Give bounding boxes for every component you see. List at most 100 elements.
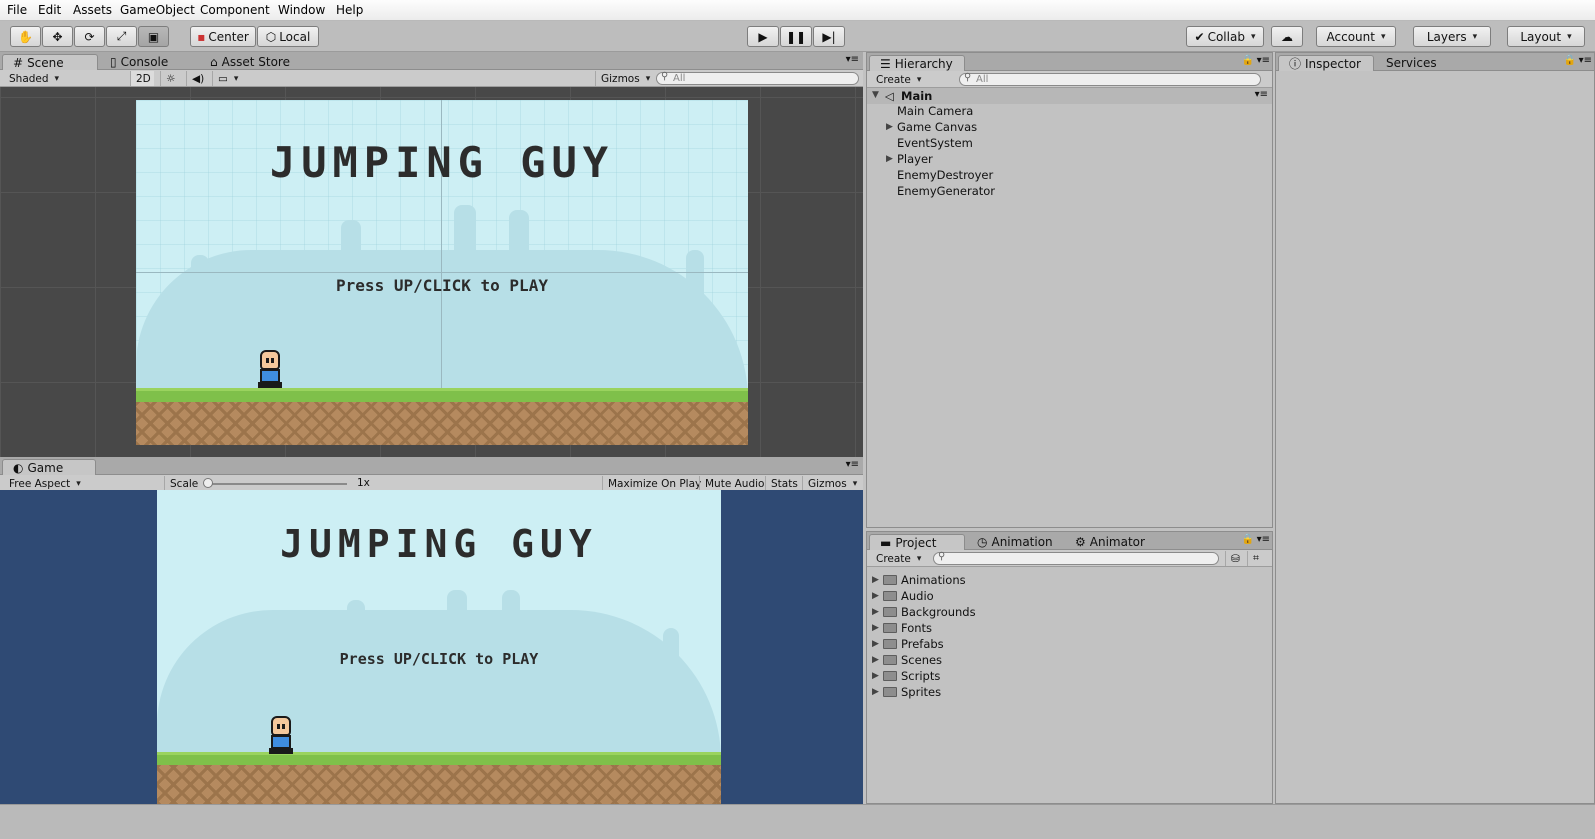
audio-toggle[interactable]: ◀) [186,71,210,86]
lock-icon[interactable]: 🔒 [1564,55,1576,66]
scene-menu-icon[interactable]: ▾≡ [1255,89,1268,100]
aspect-dropdown[interactable]: Free Aspect [4,476,162,491]
scene-name: Main [901,89,933,103]
layers-dropdown[interactable]: Layers [1413,26,1491,47]
play-button[interactable]: ▶ [747,26,779,47]
hierarchy-item[interactable]: Player [897,152,933,166]
expand-arrow-icon[interactable]: ▶ [872,671,879,681]
rect-tool-button[interactable]: ▣ [138,26,169,47]
scene-search-input[interactable]: All [656,71,859,85]
tab-project[interactable]: ▬ Project [869,534,965,550]
2d-toggle[interactable]: 2D [130,71,154,86]
folder-item[interactable]: Backgrounds [883,605,976,619]
expand-arrow-icon[interactable]: ▶ [886,154,893,164]
hierarchy-item[interactable]: EventSystem [897,136,973,150]
tab-services[interactable]: Services [1376,55,1447,71]
scene-toolbar: Shaded 2D ☼ ◀) ▭ Gizmos All [0,70,863,87]
folder-item[interactable]: Animations [883,573,966,587]
expand-arrow-icon[interactable]: ▶ [872,575,879,585]
panel-menu-icon[interactable]: ▾≡ [1257,55,1270,66]
game-view[interactable]: JUMPING GUY Press UP/CLICK to PLAY [0,490,863,804]
layout-dropdown[interactable]: Layout [1507,26,1585,47]
hierarchy-search-input[interactable]: All [959,72,1261,86]
hierarchy-panel: ☰Hierarchy 🔒 ▾≡ Create All ▼ ◁ Main ▾≡ M… [866,52,1273,528]
expand-arrow-icon[interactable]: ▶ [872,607,879,617]
expand-arrow-icon[interactable]: ▶ [872,623,879,633]
menu-assets[interactable]: Assets [73,3,112,17]
shading-mode-dropdown[interactable]: Shaded [4,71,124,86]
panel-menu-icon[interactable]: ▾≡ [1257,534,1270,545]
hierarchy-item[interactable]: Game Canvas [897,120,977,134]
menu-edit[interactable]: Edit [38,3,61,17]
menu-gameobject[interactable]: GameObject [120,3,195,17]
scale-thumb[interactable] [203,478,213,488]
collab-dropdown[interactable]: ✔ Collab [1186,26,1264,47]
2d-label: 2D [136,72,151,85]
folder-item[interactable]: Prefabs [883,637,944,651]
step-button[interactable]: ▶| [813,26,845,47]
panel-menu-icon[interactable]: ▾≡ [1579,55,1592,66]
scene-tabbar: # Scene ▯ Console ⌂ Asset Store ▾≡ [0,52,863,70]
collapse-arrow-icon[interactable]: ▼ [872,90,879,100]
speaker-icon: ◀) [192,72,205,85]
stats-toggle[interactable]: Stats [765,476,803,491]
maximize-on-play-toggle[interactable]: Maximize On Play [602,476,706,491]
scene-gizmos-dropdown[interactable]: Gizmos [595,71,651,86]
folder-icon [883,575,897,585]
project-search-input[interactable] [933,551,1219,565]
player-sprite[interactable] [256,350,284,390]
filter-by-label-button[interactable]: ⌗ [1247,551,1264,566]
mute-audio-toggle[interactable]: Mute Audio [699,476,769,491]
hierarchy-item[interactable]: Main Camera [897,104,973,118]
tab-scene[interactable]: # Scene [2,54,98,70]
menu-component[interactable]: Component [200,3,270,17]
filter-by-type-button[interactable]: ⛁ [1225,551,1245,566]
menu-file[interactable]: File [7,3,27,17]
tab-console[interactable]: ▯ Console [100,54,178,70]
pivot-local-button[interactable]: ⬡ Local [257,26,319,47]
folder-item[interactable]: Scenes [883,653,942,667]
account-dropdown[interactable]: Account [1316,26,1396,47]
tab-inspector[interactable]: ⓘ Inspector [1278,55,1374,71]
folder-item[interactable]: Scripts [883,669,940,683]
rotate-tool-button[interactable]: ⟳ [74,26,105,47]
folder-item[interactable]: Fonts [883,621,932,635]
panel-menu-icon[interactable]: ▾≡ [846,459,859,470]
expand-arrow-icon[interactable]: ▶ [872,591,879,601]
expand-arrow-icon[interactable]: ▶ [872,639,879,649]
pause-button[interactable]: ❚❚ [780,26,812,47]
hierarchy-search-placeholder: All [976,74,989,85]
hand-tool-button[interactable]: ✋ [10,26,41,47]
hierarchy-item[interactable]: EnemyGenerator [897,184,995,198]
effects-dropdown[interactable]: ▭ [212,71,246,86]
scale-tool-button[interactable]: ⤢ [106,26,137,47]
project-create-dropdown[interactable]: Create [871,551,926,566]
scene-view[interactable]: JUMPING GUY Press UP/CLICK to PLAY [0,87,863,457]
hierarchy-item[interactable]: EnemyDestroyer [897,168,993,182]
status-bar [0,804,1595,839]
pivot-center-button[interactable]: ▪ Center [190,26,256,47]
hierarchy-create-dropdown[interactable]: Create [871,72,926,87]
cloud-button[interactable]: ☁ [1271,26,1303,47]
scene-header-row[interactable]: ▼ ◁ Main ▾≡ [867,88,1272,104]
lock-icon[interactable]: 🔒 [1242,55,1254,66]
lighting-toggle[interactable]: ☼ [160,71,184,86]
tab-game[interactable]: ◐ Game [2,459,96,475]
scale-slider[interactable]: Scale 1x [164,476,384,491]
expand-arrow-icon[interactable]: ▶ [886,122,893,132]
tab-animator[interactable]: ⚙ Animator [1065,534,1155,550]
move-tool-button[interactable]: ✥ [42,26,73,47]
expand-arrow-icon[interactable]: ▶ [872,687,879,697]
stats-label: Stats [771,477,798,490]
tab-asset-store[interactable]: ⌂ Asset Store [200,54,300,70]
menu-window[interactable]: Window [278,3,325,17]
tab-hierarchy[interactable]: ☰ Hierarchy [869,55,965,71]
tab-animation[interactable]: ◷ Animation [967,534,1063,550]
folder-item[interactable]: Sprites [883,685,941,699]
folder-item[interactable]: Audio [883,589,934,603]
expand-arrow-icon[interactable]: ▶ [872,655,879,665]
game-gizmos-dropdown[interactable]: Gizmos [802,476,862,491]
panel-menu-icon[interactable]: ▾≡ [846,54,859,65]
lock-icon[interactable]: 🔒 [1242,534,1254,545]
menu-help[interactable]: Help [336,3,363,17]
